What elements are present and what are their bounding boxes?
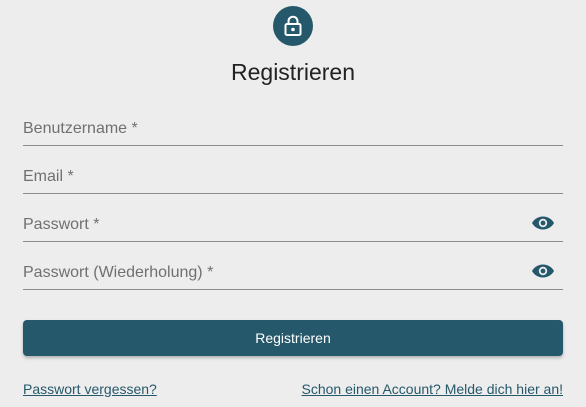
- email-label: Email *: [23, 168, 74, 185]
- forgot-password-link[interactable]: Passwort vergessen?: [23, 380, 157, 398]
- login-link[interactable]: Schon einen Account? Melde dich hier an!: [301, 380, 563, 398]
- eye-icon[interactable]: [531, 263, 555, 279]
- avatar: [273, 6, 313, 46]
- password-repeat-field[interactable]: Passwort (Wiederholung) *: [23, 261, 563, 290]
- username-field[interactable]: Benutzername *: [23, 117, 563, 146]
- email-field[interactable]: Email *: [23, 165, 563, 194]
- page-title: Registrieren: [231, 59, 355, 85]
- eye-icon[interactable]: [531, 215, 555, 231]
- username-label: Benutzername *: [23, 120, 138, 137]
- password-repeat-label: Passwort (Wiederholung) *: [23, 264, 214, 281]
- lock-icon: [284, 15, 302, 36]
- password-field[interactable]: Passwort *: [23, 213, 563, 242]
- password-label: Passwort *: [23, 216, 100, 233]
- register-button[interactable]: Registrieren: [23, 320, 563, 356]
